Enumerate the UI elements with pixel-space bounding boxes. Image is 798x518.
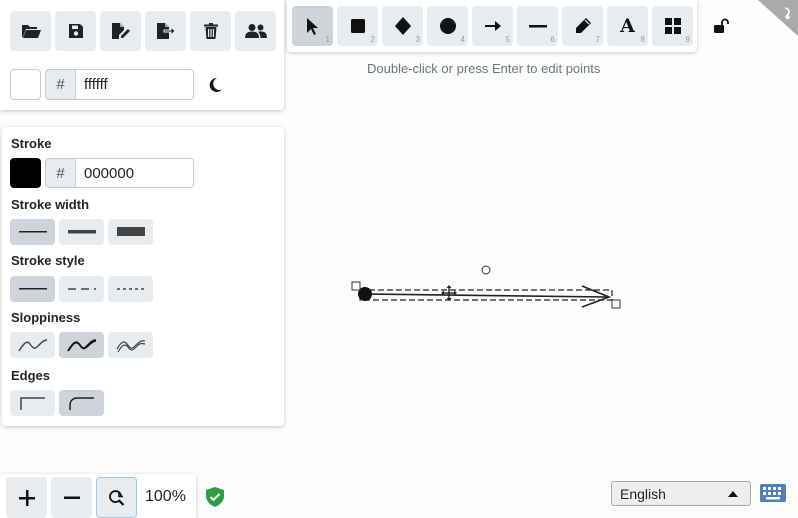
resize-handle-end [611,299,621,309]
reset-zoom-button[interactable] [96,477,137,518]
minus-icon [63,496,80,499]
zoom-level: 100% [145,488,186,505]
zoom-reset-icon [108,489,124,506]
keyboard-shortcuts-button[interactable] [760,484,788,504]
plus-icon [18,489,35,506]
shield-check-icon [206,487,224,507]
chevron-down-icon [728,491,738,497]
keyboard-icon [760,484,786,502]
language-value: English [620,485,666,502]
move-cursor-icon [443,287,455,299]
zoom-out-button[interactable] [51,477,92,518]
rotation-handle [481,265,491,275]
encryption-indicator[interactable] [206,487,226,507]
language-select[interactable]: English [611,481,751,506]
canvas-arrow-element[interactable] [0,0,798,518]
resize-handle-start [351,281,361,291]
zoom-in-button[interactable] [6,477,47,518]
